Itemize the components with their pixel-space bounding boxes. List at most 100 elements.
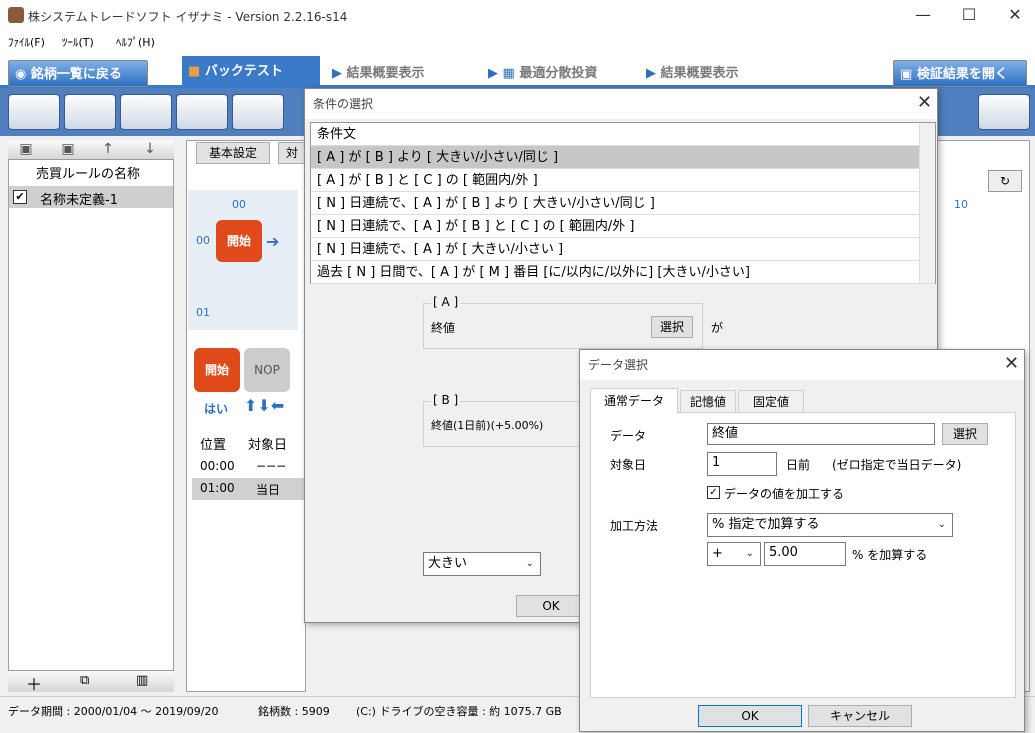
day-note: (ゼロ指定で当日データ) bbox=[832, 458, 962, 472]
menu-help[interactable]: ﾍﾙﾌﾟ(H) bbox=[116, 34, 155, 50]
tab-fixed-value[interactable]: 固定値 bbox=[738, 390, 804, 412]
new-file-button[interactable] bbox=[8, 94, 60, 130]
save-icon[interactable]: ▣ bbox=[16, 141, 36, 157]
bag-icon: ■ bbox=[188, 64, 205, 79]
data-select-button[interactable]: 選択 bbox=[942, 423, 988, 445]
condition-item[interactable]: [ A ] が [ B ] より [ 大きい/小さい/同じ ] bbox=[311, 146, 935, 169]
refresh-icon[interactable]: ↻ bbox=[988, 170, 1022, 192]
a-select-button[interactable]: 選択 bbox=[651, 316, 693, 338]
export-button[interactable] bbox=[120, 94, 172, 130]
close-button[interactable]: ✕ bbox=[992, 0, 1035, 32]
condition-ok-button[interactable]: OK bbox=[516, 595, 586, 617]
open-verify-result-button[interactable]: ▣ 検証結果を開く bbox=[893, 60, 1027, 87]
compare-select[interactable]: 大きい ⌄ bbox=[423, 552, 541, 576]
start-palette-button[interactable]: 開始 bbox=[194, 348, 240, 392]
tab-other[interactable]: 対 bbox=[278, 142, 306, 164]
minimize-button[interactable]: — bbox=[900, 0, 946, 32]
target-day-header: 対象日 bbox=[248, 438, 288, 453]
process-checkbox[interactable]: ✓ bbox=[707, 486, 720, 499]
condition-list-header: 条件文 bbox=[311, 123, 935, 146]
tab-summary-2[interactable]: ▶ 結果概要表示 bbox=[640, 60, 800, 87]
column-00-label: 00 bbox=[232, 198, 246, 211]
tab-optimal-portfolio[interactable]: ▶ ▦ 最適分散投資 bbox=[482, 60, 632, 87]
data-field[interactable]: 終値 bbox=[707, 423, 935, 445]
chevron-down-icon: ⌄ bbox=[745, 548, 754, 559]
condition-item[interactable]: [ N ] 日連続で、[ A ] が [ B ] より [ 大きい/小さい/同じ… bbox=[311, 192, 935, 215]
arrow-up-icon[interactable]: ↑ bbox=[98, 141, 118, 157]
data-cancel-button[interactable]: キャンセル bbox=[808, 705, 912, 727]
stock-count: 銘柄数 : 5909 bbox=[258, 705, 330, 718]
b-label: [ B ] bbox=[431, 393, 461, 407]
play-icon: ▶ ▦ bbox=[488, 66, 520, 81]
rule-list-toolbar: ▣ ▣ ↑ ↓ bbox=[8, 140, 174, 160]
nop-palette-button[interactable]: NOP bbox=[244, 348, 290, 392]
position-header: 位置 bbox=[200, 438, 227, 453]
day-unit: 日前 bbox=[786, 458, 811, 472]
folder-icon: ▣ bbox=[900, 67, 917, 82]
method-label: 加工方法 bbox=[610, 519, 659, 533]
b-value: 終値(1日前)(+5.00%) bbox=[431, 419, 544, 432]
tab-backtest[interactable]: ■ バックテスト bbox=[182, 56, 320, 88]
tab-summary-1[interactable]: ▶ 結果概要表示 bbox=[326, 60, 476, 87]
trash-icon[interactable]: ▥ bbox=[136, 673, 148, 688]
ga-label: が bbox=[711, 321, 724, 335]
arrow-right-icon: ➔ bbox=[266, 232, 280, 251]
condition-dialog-title: 条件の選択 bbox=[305, 89, 937, 119]
condition-item[interactable]: [ A ] が [ B ] と [ C ] の [ 範囲内/外 ] bbox=[311, 169, 935, 192]
save-button[interactable] bbox=[64, 94, 116, 130]
arrow-down-icon[interactable]: ↓ bbox=[140, 141, 160, 157]
day-field[interactable]: 1 bbox=[707, 452, 777, 476]
rule-checkbox[interactable]: ✔ bbox=[13, 190, 27, 204]
back-to-list-button[interactable]: ◉ 銘柄一覧に戻る bbox=[8, 60, 148, 87]
start-node[interactable]: 開始 bbox=[216, 220, 262, 262]
save-as-icon[interactable]: ▣ bbox=[58, 141, 78, 157]
import-button[interactable] bbox=[176, 94, 228, 130]
rule-name-header: 売買ルールの名称 bbox=[36, 167, 141, 182]
row-01-label: 01 bbox=[196, 306, 210, 319]
drive-free-space: (C:) ドライブの空き容量 : 約 1075.7 GB bbox=[356, 705, 562, 718]
condition-item[interactable]: [ N ] 日連続で、[ A ] が [ B ] と [ C ] の [ 範囲内… bbox=[311, 215, 935, 238]
row-00-label: 00 bbox=[196, 234, 210, 247]
tab-stored-value[interactable]: 記憶値 bbox=[680, 390, 736, 412]
position-cell: 00:00 bbox=[200, 459, 235, 473]
position-cell: 01:00 bbox=[200, 481, 235, 495]
chevron-down-icon: ⌄ bbox=[937, 519, 946, 530]
eye-icon: ◉ bbox=[15, 67, 31, 82]
maximize-button[interactable]: ☐ bbox=[946, 0, 992, 32]
amount-unit: % を加算する bbox=[852, 548, 928, 562]
condition-item[interactable]: 過去 [ N ] 日間で、[ A ] が [ M ] 番目 [に/以内に/以外に… bbox=[311, 261, 935, 284]
condition-item[interactable]: [ N ] 日連続で、[ A ] が [ 大きい/小さい ] bbox=[311, 238, 935, 261]
play-icon: ▶ bbox=[332, 66, 347, 81]
operator-select[interactable]: + ⌄ bbox=[707, 542, 761, 566]
rule-name: 名称未定義-1 bbox=[40, 193, 118, 208]
data-ok-button[interactable]: OK bbox=[698, 705, 802, 727]
play-icon: ▶ bbox=[646, 66, 661, 81]
data-label: データ bbox=[610, 429, 647, 443]
method-select[interactable]: % 指定で加算する ⌄ bbox=[707, 513, 953, 537]
arrow-buttons[interactable]: ⬆⬇⬅ bbox=[244, 396, 284, 415]
tab-normal-data[interactable]: 通常データ bbox=[590, 388, 678, 413]
data-period: データ期間 : 2000/01/04 〜 2019/09/20 bbox=[8, 705, 219, 718]
close-icon[interactable]: ✕ bbox=[917, 92, 932, 113]
tab-basic-settings[interactable]: 基本設定 bbox=[196, 142, 270, 164]
add-icon[interactable]: ＋ bbox=[26, 671, 42, 695]
help-button[interactable] bbox=[978, 94, 1030, 130]
menu-file[interactable]: ﾌｧｲﾙ(F) bbox=[8, 34, 45, 50]
copy-icon[interactable]: ⧉ bbox=[80, 673, 89, 688]
data-select-dialog: データ選択 ✕ 通常データ 記憶値 固定値 データ 終値 選択 対象日 1 日前… bbox=[579, 349, 1025, 732]
palette-button[interactable] bbox=[232, 94, 284, 130]
process-checkbox-label: データの値を加工する bbox=[724, 487, 845, 501]
a-label: [ A ] bbox=[431, 295, 461, 309]
data-select-dialog-title: データ選択 bbox=[580, 350, 1024, 380]
amount-field[interactable]: 5.00 bbox=[764, 542, 846, 566]
yes-label: はい bbox=[204, 402, 229, 416]
rule-list-panel bbox=[8, 140, 174, 692]
menu-tools[interactable]: ﾂｰﾙ(T) bbox=[62, 34, 94, 50]
condition-list: 条件文 [ A ] が [ B ] より [ 大きい/小さい/同じ ] [ A … bbox=[310, 122, 936, 284]
app-icon bbox=[8, 7, 24, 23]
menu-bar: ﾌｧｲﾙ(F) ﾂｰﾙ(T) ﾍﾙﾌﾟ(H) bbox=[0, 32, 1035, 52]
title-bar: 株システムトレードソフト イザナミ - Version 2.2.16-s14 —… bbox=[0, 0, 1035, 32]
scrollbar[interactable] bbox=[919, 123, 935, 283]
column-10-label: 10 bbox=[954, 198, 968, 211]
close-icon[interactable]: ✕ bbox=[1004, 353, 1019, 374]
